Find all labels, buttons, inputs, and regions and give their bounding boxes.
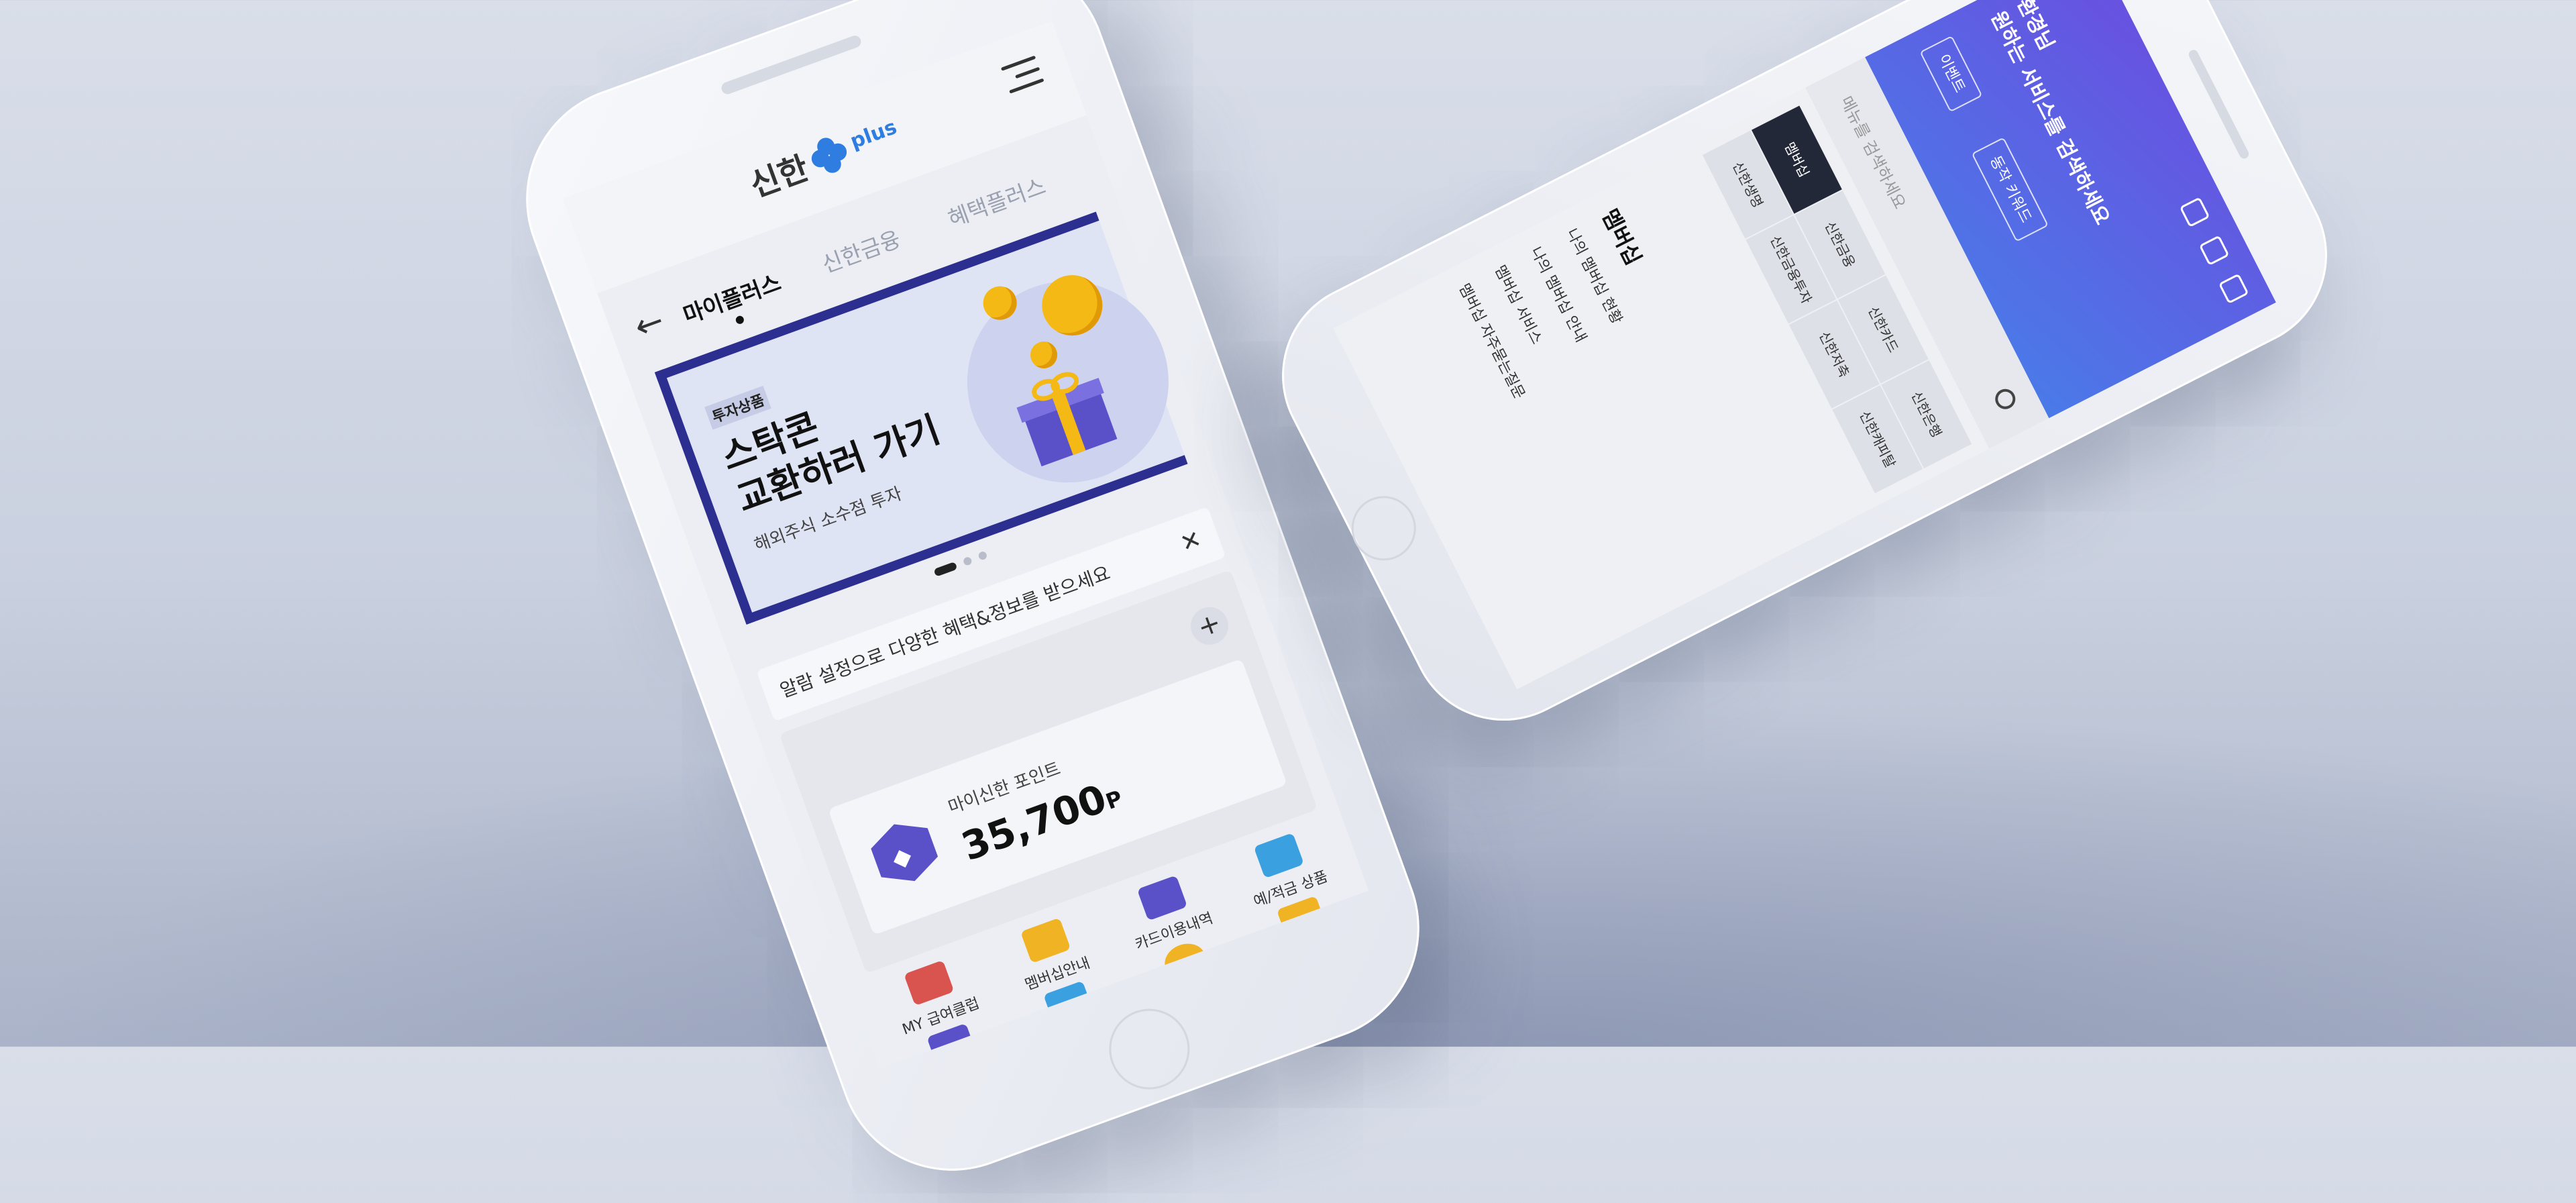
close-icon[interactable]: ✕	[1177, 525, 1205, 558]
earpiece	[2187, 48, 2251, 160]
home-button[interactable]	[1340, 484, 1428, 572]
home-button[interactable]	[1097, 997, 1201, 1101]
crown-icon	[1020, 917, 1071, 963]
active-tab-indicator	[735, 315, 745, 325]
search-icon[interactable]	[1992, 385, 2019, 413]
settings-icon[interactable]	[2179, 197, 2210, 228]
pager-dot[interactable]	[962, 556, 973, 567]
phone-back-screen: ✕ 환경님 원하는 서비스를 검색하세요 이벤트 동작 키워드 메뉴를 검색하세…	[1333, 0, 2276, 690]
diamond-icon: ◆	[866, 814, 943, 891]
close-icon[interactable]: ✕	[2051, 0, 2095, 8]
pager-dot[interactable]	[977, 550, 988, 561]
pager-dot-active[interactable]	[933, 561, 958, 577]
header-icons	[2179, 197, 2249, 305]
headset-icon[interactable]	[2218, 273, 2249, 305]
back-arrow-icon[interactable]: ←	[629, 301, 669, 347]
brand-name: 신한	[745, 149, 814, 205]
add-button[interactable]: +	[1185, 601, 1234, 650]
brand-plus: plus	[847, 115, 900, 154]
tab-myplus[interactable]: 마이플러스	[678, 265, 785, 330]
menu-item-label: 주식현재가	[1045, 1018, 1116, 1057]
brand-mark-icon	[806, 132, 853, 178]
earpiece	[720, 34, 863, 96]
stock-chart-icon	[1042, 980, 1094, 1027]
menu-item-label: MY 금융현황	[1156, 973, 1238, 1017]
section-title: 멤버십	[1597, 205, 1647, 270]
pie-chart-icon	[1159, 938, 1210, 984]
chip-event[interactable]: 이벤트	[1919, 35, 1983, 113]
chip-keyword[interactable]: 동작 키워드	[1971, 137, 2049, 242]
card-icon	[1136, 875, 1187, 921]
phone-back: ✕ 환경님 원하는 서비스를 검색하세요 이벤트 동작 키워드 메뉴를 검색하세…	[1249, 0, 2360, 753]
menu-item-label: 카드이용금액	[923, 1058, 1006, 1069]
checklist-icon	[1276, 896, 1327, 942]
lock-icon[interactable]	[2198, 235, 2230, 266]
banner-title: 스탁콘 교환하러 가기	[716, 366, 946, 521]
menu-item-label: 예/적금 상품	[1274, 931, 1353, 974]
menu-icon[interactable]	[1000, 55, 1045, 97]
document-icon	[1253, 833, 1304, 879]
card-coin-icon	[926, 1023, 977, 1069]
wallet-icon	[903, 960, 955, 1006]
tab-shinhan-finance[interactable]: 신한금융	[817, 221, 905, 280]
banner-pager[interactable]	[933, 550, 988, 577]
tab-benefit-plus[interactable]: 혜택플러스	[943, 168, 1050, 233]
